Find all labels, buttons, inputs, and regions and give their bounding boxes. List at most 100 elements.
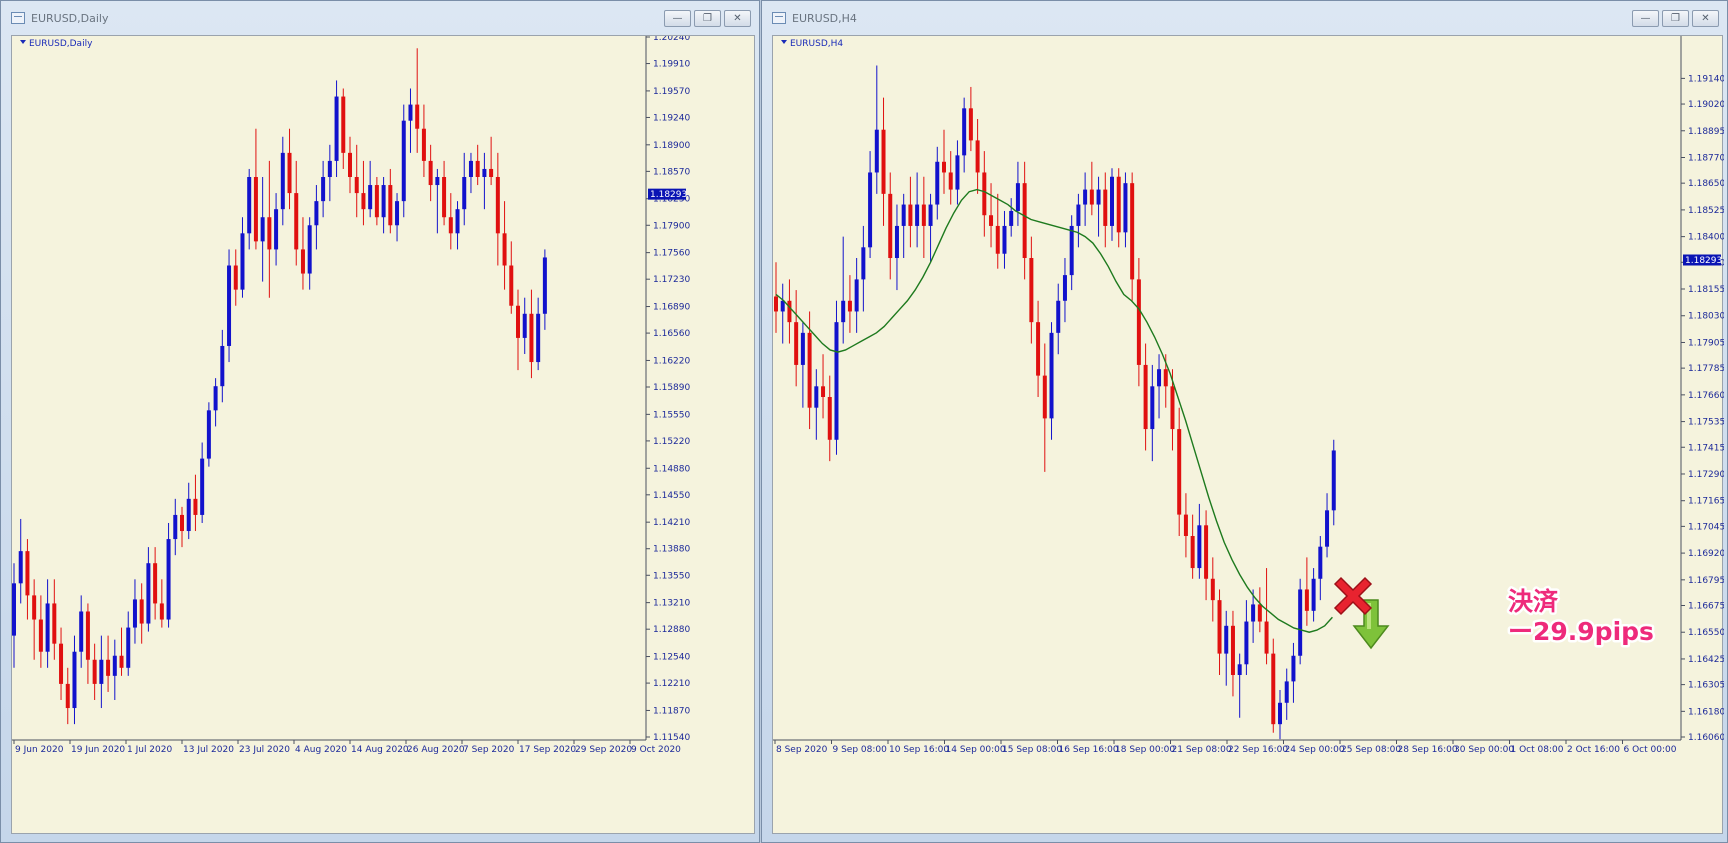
bull-candle xyxy=(280,152,285,210)
price-tick-label: 1.16305 xyxy=(1688,681,1724,691)
minimize-button[interactable]: — xyxy=(664,10,691,27)
price-tick-label: 1.13880 xyxy=(653,545,690,555)
titlebar-daily[interactable]: EURUSD,Daily — ❐ ✕ xyxy=(1,1,759,35)
time-tick-label: 13 Jul 2020 xyxy=(183,745,234,755)
minimize-button[interactable]: — xyxy=(1632,10,1659,27)
chart-window-icon xyxy=(11,12,25,24)
bear-candle xyxy=(294,193,299,250)
bull-candle xyxy=(401,120,406,202)
bear-candle xyxy=(516,305,520,338)
titlebar-h4[interactable]: EURUSD,H4 — ❐ ✕ xyxy=(762,1,1727,35)
bear-candle xyxy=(65,683,70,709)
current-price-label: 1.18293 xyxy=(650,190,687,200)
price-tick-label: 1.18030 xyxy=(1688,312,1724,322)
time-tick-label: 25 Sep 08:00 xyxy=(1341,745,1401,755)
bull-candle xyxy=(928,204,933,226)
price-tick-label: 1.16550 xyxy=(1688,628,1724,638)
bear-candle xyxy=(982,172,987,216)
bear-candle xyxy=(448,217,453,234)
bear-candle xyxy=(92,659,97,684)
bear-candle xyxy=(159,603,164,620)
time-tick-label: 1 Jul 2020 xyxy=(127,745,172,755)
chart-area-daily[interactable]: EURUSD,Daily 1.20240 1.19910 1.19570 1.1924… xyxy=(11,35,755,834)
bull-candle xyxy=(435,177,440,186)
bull-candle xyxy=(1318,546,1323,579)
bull-candle xyxy=(780,300,785,312)
bull-candle xyxy=(834,322,839,440)
bull-candle xyxy=(314,201,319,226)
bear-candle xyxy=(1230,625,1235,675)
bull-candle xyxy=(1110,176,1114,226)
price-tick-label: 1.16425 xyxy=(1688,655,1724,665)
candlestick-chart-daily[interactable]: EURUSD,Daily 1.20240 1.19910 1.19570 1.1924… xyxy=(12,36,756,835)
bear-candle xyxy=(489,168,494,177)
price-tick-label: 1.19910 xyxy=(653,60,690,70)
price-tick-label: 1.16795 xyxy=(1688,576,1724,586)
bull-candle xyxy=(1244,621,1249,665)
bear-candle xyxy=(942,161,946,173)
bull-candle xyxy=(45,603,50,652)
bull-candle xyxy=(1056,300,1061,333)
bull-candle xyxy=(1237,664,1242,675)
bear-candle xyxy=(341,96,346,153)
bear-candle xyxy=(348,152,352,177)
symbol-dropdown-icon[interactable] xyxy=(781,40,787,44)
bear-candle xyxy=(233,265,238,290)
time-tick-label: 24 Sep 00:00 xyxy=(1285,745,1345,755)
bear-candle xyxy=(1143,364,1148,430)
bear-candle xyxy=(428,160,433,186)
restore-button[interactable]: ❐ xyxy=(1662,10,1689,27)
bear-candle xyxy=(1264,621,1269,654)
bull-candle xyxy=(1083,189,1088,205)
time-tick-label: 22 Sep 16:00 xyxy=(1228,745,1288,755)
chart-window-daily[interactable]: EURUSD,Daily — ❐ ✕ EURUSD,Daily 1.20240 1… xyxy=(0,0,760,843)
time-tick-label: 14 Sep 00:00 xyxy=(946,745,1006,755)
bear-candle xyxy=(38,619,43,652)
time-tick-label: 21 Sep 08:00 xyxy=(1172,745,1232,755)
time-tick-label: 18 Sep 00:00 xyxy=(1115,745,1175,755)
bear-candle xyxy=(827,397,832,440)
bull-candle xyxy=(854,279,859,312)
bear-candle xyxy=(32,595,37,620)
bear-candle xyxy=(908,204,913,226)
close-button[interactable]: ✕ xyxy=(1692,10,1719,27)
price-tick-label: 1.16890 xyxy=(653,303,690,313)
price-tick-label: 1.18650 xyxy=(1688,179,1724,189)
bull-candle xyxy=(1197,525,1202,569)
bear-candle xyxy=(300,249,305,274)
bull-candle xyxy=(1251,604,1256,622)
symbol-dropdown-icon[interactable] xyxy=(20,40,26,44)
bull-candle xyxy=(408,104,413,121)
time-tick-label: 9 Sep 08:00 xyxy=(833,745,888,755)
time-tick-label: 23 Jul 2020 xyxy=(239,745,290,755)
bull-candle xyxy=(12,583,16,636)
bear-candle xyxy=(1103,189,1108,226)
bull-candle xyxy=(468,160,473,177)
bear-candle xyxy=(1042,375,1047,419)
bull-candle xyxy=(1062,275,1067,301)
bull-candle xyxy=(536,313,541,363)
bull-candle xyxy=(522,313,527,338)
bear-candle xyxy=(1116,176,1121,233)
chart-area-h4[interactable]: EURUSD,H4 1.19140 1.19020 1.18895 1.18770 1.… xyxy=(772,35,1724,835)
price-tick-label: 1.19570 xyxy=(653,87,690,97)
candlestick-chart-h4[interactable]: EURUSD,H4 1.19140 1.19020 1.18895 1.18770 1.… xyxy=(773,36,1724,835)
restore-button[interactable]: ❐ xyxy=(694,10,721,27)
price-tick-label: 1.17785 xyxy=(1688,364,1724,374)
price-tick-label: 1.17415 xyxy=(1688,443,1724,453)
time-tick-label: 6 Oct 00:00 xyxy=(1624,745,1677,755)
price-tick-label: 1.16180 xyxy=(1688,707,1724,717)
bear-candle xyxy=(1304,589,1309,611)
price-tick-label: 1.18770 xyxy=(1688,154,1724,164)
bear-candle xyxy=(180,514,184,532)
price-tick-label: 1.17900 xyxy=(653,221,690,231)
chart-window-h4[interactable]: EURUSD,H4 — ❐ ✕ EURUSD,H4 1.19140 1.19020… xyxy=(761,0,1728,843)
close-button[interactable]: ✕ xyxy=(724,10,751,27)
bear-candle xyxy=(475,160,480,177)
annotation-pips: ー29.9pips xyxy=(1508,617,1654,646)
price-tick-label: 1.17560 xyxy=(653,249,690,259)
time-tick-label: 10 Sep 16:00 xyxy=(889,745,949,755)
bear-candle xyxy=(1204,525,1209,579)
bull-candle xyxy=(542,257,547,314)
bull-candle xyxy=(915,204,920,226)
